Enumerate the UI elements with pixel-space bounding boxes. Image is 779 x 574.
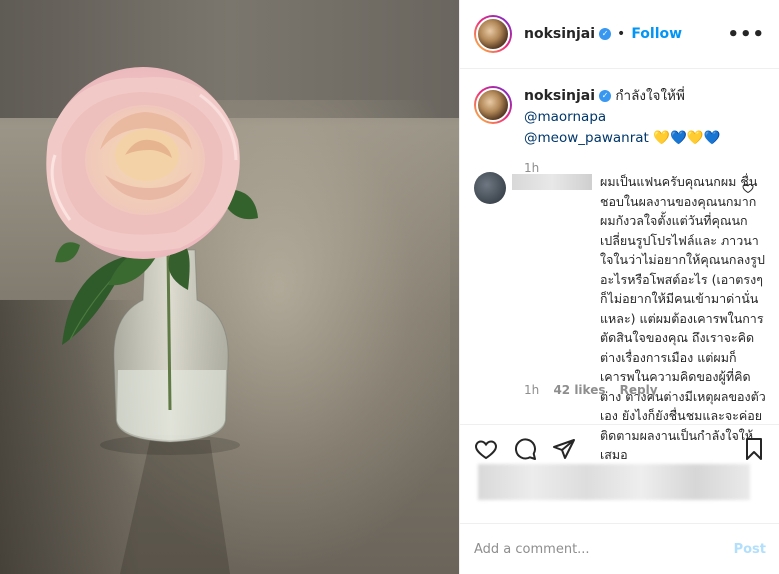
comment-reply-button[interactable]: Reply <box>620 383 658 397</box>
heart-icon[interactable] <box>474 437 498 461</box>
separator-dot: • <box>617 26 626 42</box>
post-sidebar: noksinjai ✓ • Follow ••• noksinjai ✓ กำลั… <box>459 0 779 574</box>
caption-emoji: 💛💙💛💙 <box>648 130 721 146</box>
comment-text: ผมเป็นแฟนครับคุณนกผม ชื่นชอบในผลงานของคุ… <box>600 174 766 462</box>
comment-icon[interactable] <box>513 437 537 461</box>
caption-avatar[interactable] <box>474 86 512 124</box>
commenter-username-redacted <box>512 174 592 190</box>
caption-username[interactable]: noksinjai <box>524 88 595 104</box>
mention-link[interactable]: @maornapa <box>524 109 606 125</box>
commenter-avatar[interactable] <box>474 172 506 204</box>
likes-count-redacted <box>478 464 750 500</box>
share-icon[interactable] <box>552 437 576 461</box>
comment-timestamp: 1h <box>524 383 540 397</box>
mention-link[interactable]: @meow_pawanrat <box>524 130 649 146</box>
bookmark-icon[interactable] <box>742 437 766 461</box>
instagram-post: noksinjai ✓ • Follow ••• noksinjai ✓ กำลั… <box>0 0 779 574</box>
author-avatar[interactable] <box>474 15 512 53</box>
rose-in-vase-illustration <box>46 67 258 574</box>
add-comment-input[interactable] <box>474 541 714 557</box>
author-username[interactable]: noksinjai <box>524 26 595 42</box>
follow-button[interactable]: Follow <box>631 26 682 42</box>
comment-likes[interactable]: 42 likes <box>553 383 605 397</box>
more-options-icon[interactable]: ••• <box>727 24 765 45</box>
comment-like-heart-icon[interactable] <box>742 182 754 194</box>
comment-meta: 1h 42 likes Reply <box>524 383 668 397</box>
verified-badge-icon: ✓ <box>599 90 612 102</box>
comment-item: ผมเป็นแฟนครับคุณนกผม ชื่นชอบในผลงานของคุ… <box>474 172 774 465</box>
verified-badge-icon: ✓ <box>599 28 612 40</box>
post-comment-button[interactable]: Post <box>734 542 766 557</box>
post-photo[interactable] <box>0 0 459 574</box>
post-caption: noksinjai ✓ กำลังใจให้พี่ @maornapa @meow… <box>474 86 769 179</box>
caption-text: กำลังใจให้พี่ <box>615 88 685 104</box>
post-header: noksinjai ✓ • Follow ••• <box>460 0 779 69</box>
add-comment-bar: Post <box>460 523 779 574</box>
